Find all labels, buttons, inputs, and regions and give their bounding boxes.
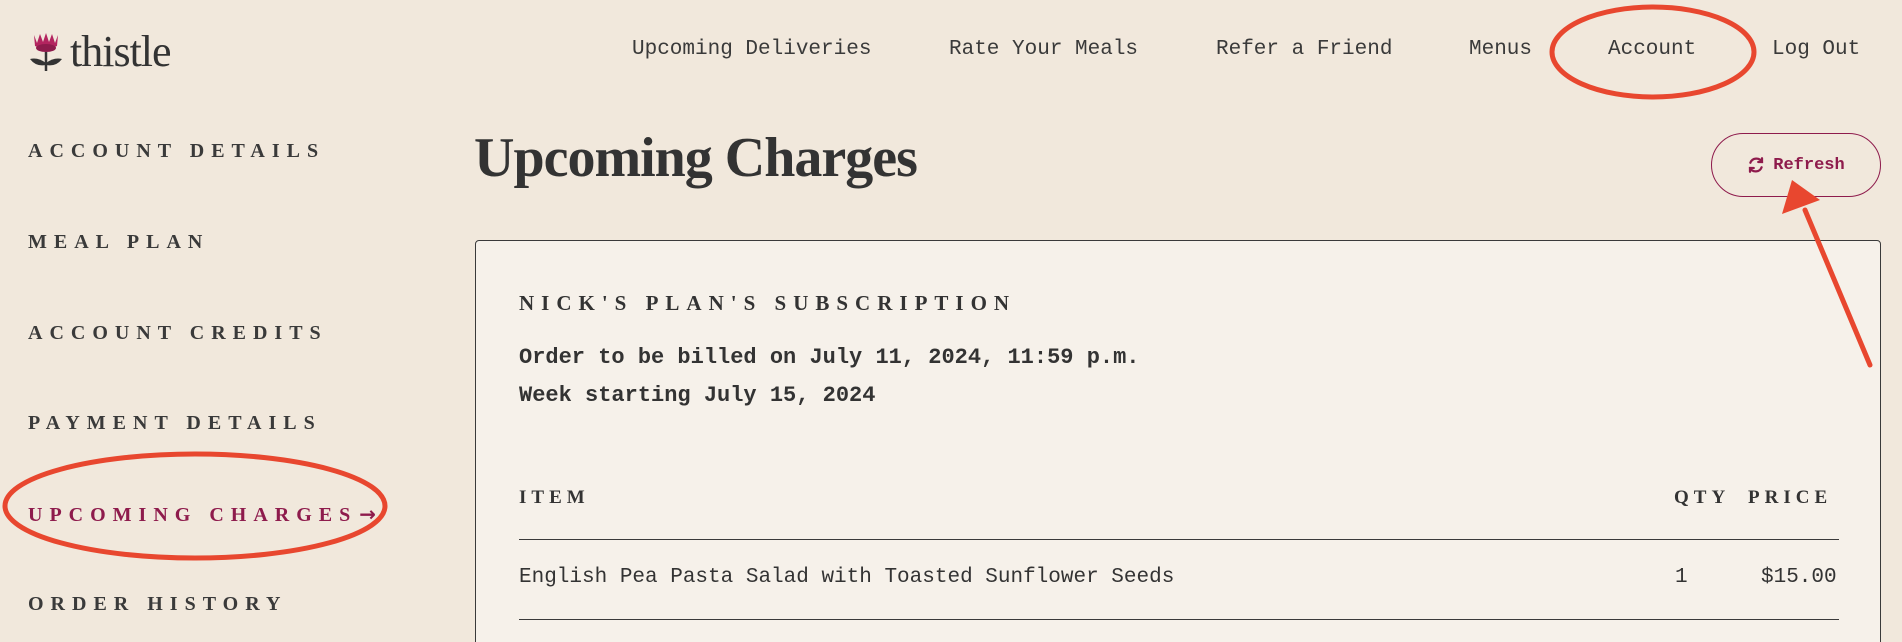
arrow-right-icon: → (359, 502, 376, 526)
page-title: Upcoming Charges (474, 127, 918, 189)
sidebar-item-account-credits[interactable]: ACCOUNT CREDITS (28, 322, 328, 345)
sidebar-item-upcoming-charges[interactable]: UPCOMING CHARGES → (28, 502, 376, 527)
sidebar-item-label: MEAL PLAN (28, 231, 210, 253)
subscription-card: NICK'S PLAN'S SUBSCRIPTION Order to be b… (475, 240, 1881, 642)
refresh-button[interactable]: Refresh (1711, 133, 1881, 197)
column-header-qty: QTY (1674, 487, 1731, 508)
column-header-item: ITEM (519, 487, 590, 508)
refresh-button-label: Refresh (1773, 155, 1845, 175)
sidebar-item-label: ACCOUNT DETAILS (28, 140, 326, 162)
sidebar-item-label: PAYMENT DETAILS (28, 412, 322, 434)
sidebar-item-order-history[interactable]: ORDER HISTORY (28, 593, 287, 616)
refresh-icon (1749, 157, 1764, 173)
top-nav: Upcoming Deliveries Rate Your Meals Refe… (0, 38, 1902, 66)
page: thistle Upcoming Deliveries Rate Your Me… (0, 0, 1902, 642)
sidebar-item-account-details[interactable]: ACCOUNT DETAILS (28, 140, 325, 163)
row-qty: 1 (1675, 566, 1688, 589)
billing-date: Order to be billed on July 11, 2024, 11:… (519, 345, 1140, 370)
sidebar-item-label: ORDER HISTORY (28, 593, 288, 615)
nav-menus[interactable]: Menus (1469, 38, 1532, 61)
divider (519, 539, 1839, 540)
nav-upcoming-deliveries[interactable]: Upcoming Deliveries (632, 38, 871, 61)
sidebar-item-label: ACCOUNT CREDITS (28, 322, 328, 344)
row-item-name: English Pea Pasta Salad with Toasted Sun… (519, 566, 1175, 589)
nav-log-out[interactable]: Log Out (1772, 38, 1860, 61)
sidebar-item-label: UPCOMING CHARGES (28, 504, 358, 526)
divider (519, 619, 1839, 620)
nav-refer-a-friend[interactable]: Refer a Friend (1216, 38, 1392, 61)
week-start: Week starting July 15, 2024 (519, 383, 876, 408)
subscription-title: NICK'S PLAN'S SUBSCRIPTION (519, 291, 1017, 315)
row-price: $15.00 (1761, 566, 1837, 589)
nav-account[interactable]: Account (1608, 38, 1696, 61)
nav-rate-your-meals[interactable]: Rate Your Meals (949, 38, 1138, 61)
sidebar-item-meal-plan[interactable]: MEAL PLAN (28, 231, 209, 254)
column-header-price: PRICE (1748, 487, 1833, 508)
sidebar-item-payment-details[interactable]: PAYMENT DETAILS (28, 412, 322, 435)
